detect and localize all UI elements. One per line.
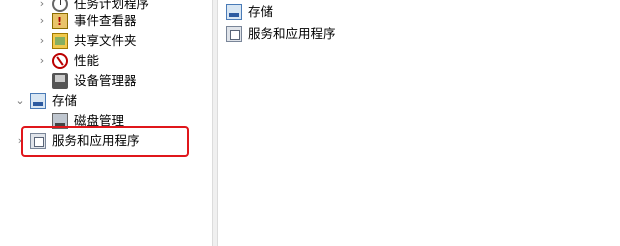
collapse-icon[interactable]: ⌄ — [14, 91, 26, 111]
list-item-services-applications[interactable]: 服务和应用程序 — [226, 24, 336, 44]
device-manager-icon — [52, 73, 68, 89]
performance-icon — [52, 53, 68, 69]
event-viewer-icon — [52, 12, 68, 32]
list-item-label: 存储 — [248, 4, 274, 19]
shared-folders-icon — [52, 33, 68, 49]
list-item-storage[interactable]: 存储 — [226, 2, 273, 22]
tree-item-storage[interactable]: ⌄ 存储 — [14, 91, 77, 111]
tree-item-shared-folders[interactable]: › 共享文件夹 — [36, 31, 137, 51]
navigation-tree: › 任务计划程序 › 事件查看器 › 共享文件夹 › 性能 设备管理器 ⌄ 存储… — [0, 0, 212, 246]
storage-icon — [226, 4, 242, 20]
expand-icon[interactable]: › — [36, 11, 48, 31]
tree-item-label: 性能 — [74, 53, 100, 68]
tree-item-event-viewer[interactable]: › 事件查看器 — [36, 11, 137, 32]
content-list: 存储 服务和应用程序 — [218, 0, 620, 246]
list-item-label: 服务和应用程序 — [248, 26, 336, 41]
tree-item-label: 设备管理器 — [74, 73, 137, 88]
services-apps-icon — [226, 26, 242, 42]
tree-item-performance[interactable]: › 性能 — [36, 51, 99, 71]
tree-item-label: 事件查看器 — [74, 13, 137, 28]
storage-icon — [30, 93, 46, 109]
expand-icon[interactable]: › — [36, 51, 48, 71]
tree-item-label: 共享文件夹 — [74, 33, 137, 48]
expand-icon[interactable]: › — [36, 31, 48, 51]
highlight-box — [21, 126, 189, 157]
tree-item-device-manager[interactable]: 设备管理器 — [36, 71, 137, 91]
tree-item-label: 存储 — [52, 93, 78, 108]
